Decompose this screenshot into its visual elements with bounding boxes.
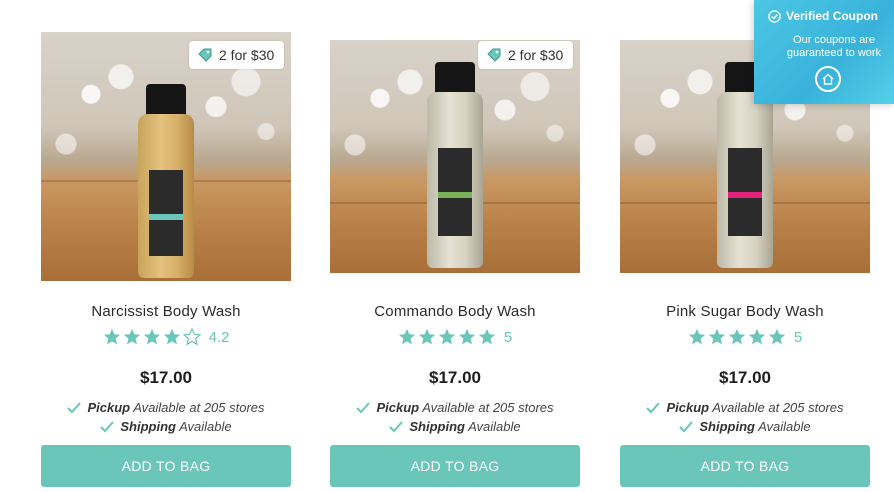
bottle-image — [425, 62, 485, 268]
shipping-text: Available — [468, 419, 521, 434]
star-outline-icon — [182, 328, 201, 346]
deal-badge[interactable]: 2 for $30 — [478, 41, 574, 69]
check-icon — [389, 420, 404, 432]
verified-coupon-widget[interactable]: Verified Coupon Our coupons are guarante… — [754, 0, 894, 104]
shipping-text: Available — [758, 419, 811, 434]
star-icon — [708, 328, 725, 345]
pickup-availability: Pickup Available at 205 stores — [330, 400, 580, 415]
star-icon — [688, 328, 705, 345]
price: $17.00 — [140, 368, 192, 387]
shipping-label: Shipping — [409, 419, 465, 434]
pickup-label: Pickup — [87, 400, 131, 415]
product-image[interactable]: 2 for $30 — [41, 32, 291, 281]
shipping-availability: Shipping Available — [330, 419, 580, 434]
bottle-image — [136, 84, 196, 280]
rating-value: 4.2 — [208, 328, 230, 346]
star-icon — [163, 328, 180, 345]
shipping-availability: Shipping Available — [620, 419, 870, 434]
shipping-text: Available — [179, 419, 232, 434]
star-icon — [123, 328, 140, 345]
star-icon — [143, 328, 160, 345]
star-icon — [458, 328, 475, 345]
pickup-text: Available at 205 stores — [422, 400, 554, 415]
rating-value: 5 — [793, 328, 803, 346]
check-circle-icon — [768, 9, 781, 23]
pickup-text: Available at 205 stores — [712, 400, 844, 415]
price: $17.00 — [719, 368, 771, 387]
check-icon — [67, 401, 82, 413]
product-title[interactable]: Commando Body Wash — [330, 303, 580, 320]
add-to-bag-button[interactable]: ADD TO BAG — [330, 445, 580, 487]
check-icon — [646, 401, 661, 413]
product-image[interactable]: 2 for $30 — [330, 40, 580, 273]
pickup-label: Pickup — [666, 400, 710, 415]
price: $17.00 — [429, 368, 481, 387]
deal-badge[interactable]: 2 for $30 — [189, 41, 285, 69]
badge-text: 2 for $30 — [219, 47, 275, 63]
check-icon — [356, 401, 371, 413]
check-icon — [100, 420, 115, 432]
coupon-header: Verified Coupon — [768, 9, 878, 23]
shipping-label: Shipping — [699, 419, 755, 434]
shipping-availability: Shipping Available — [41, 419, 291, 434]
star-icon — [478, 328, 495, 345]
home-icon — [822, 73, 834, 85]
star-icon — [748, 328, 765, 345]
add-to-bag-button[interactable]: ADD TO BAG — [620, 445, 870, 487]
star-icon — [438, 328, 455, 345]
check-icon — [679, 420, 694, 432]
coupon-title: Verified Coupon — [786, 9, 879, 23]
star-icon — [398, 328, 415, 345]
coupon-description: Our coupons are guaranteed to work — [786, 34, 882, 59]
shipping-label: Shipping — [120, 419, 176, 434]
badge-text: 2 for $30 — [508, 47, 564, 63]
tag-icon — [198, 48, 212, 62]
tag-icon — [487, 48, 501, 62]
star-icon — [728, 328, 745, 345]
star-icon — [418, 328, 435, 345]
pickup-availability: Pickup Available at 205 stores — [41, 400, 291, 415]
star-icon — [768, 328, 785, 345]
pickup-availability: Pickup Available at 205 stores — [620, 400, 870, 415]
coupon-home-button[interactable] — [815, 66, 841, 92]
rating-value: 5 — [503, 328, 513, 346]
rating[interactable]: 5 — [620, 328, 870, 346]
rating[interactable]: 5 — [330, 328, 580, 346]
rating[interactable]: 4.2 — [41, 328, 291, 346]
product-title[interactable]: Pink Sugar Body Wash — [620, 303, 870, 320]
star-icon — [103, 328, 120, 345]
pickup-text: Available at 205 stores — [133, 400, 265, 415]
add-to-bag-button[interactable]: ADD TO BAG — [41, 445, 291, 487]
product-title[interactable]: Narcissist Body Wash — [41, 303, 291, 320]
pickup-label: Pickup — [376, 400, 420, 415]
